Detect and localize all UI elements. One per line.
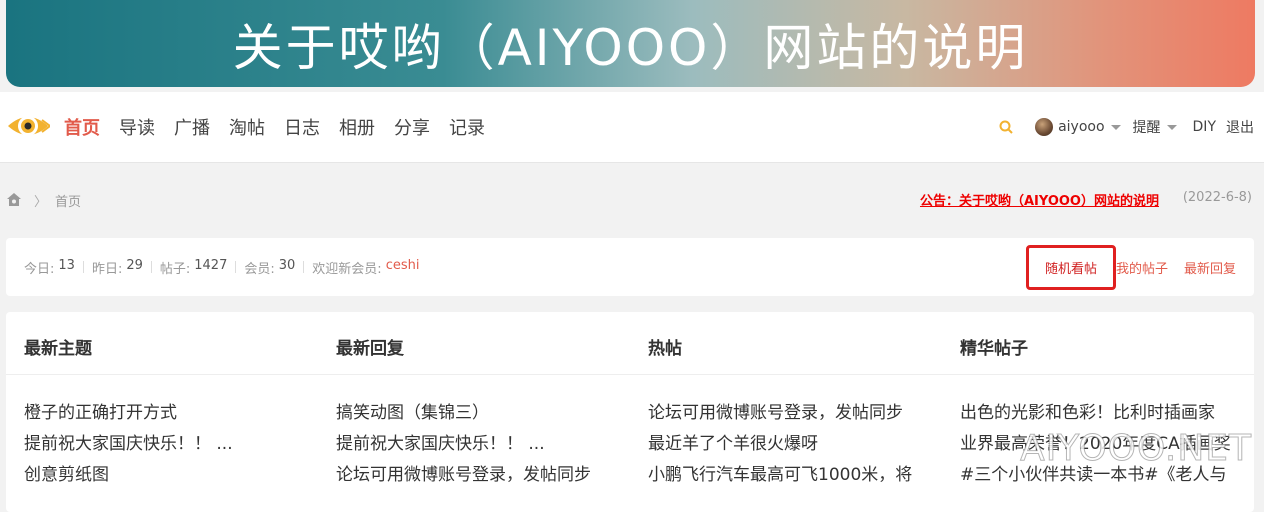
new-member-link[interactable]: ceshi <box>386 258 420 277</box>
home-icon[interactable] <box>6 192 22 208</box>
list-item[interactable]: 出色的光影和色彩！比利时插画家 <box>960 398 1231 429</box>
remind-menu[interactable]: 提醒 <box>1133 117 1177 137</box>
breadcrumb-home[interactable]: 首页 <box>55 191 81 210</box>
stats-counters: 今日: 13 昨日: 29 帖子: 1427 会员: 30 欢迎新会员: ceshi <box>24 238 419 296</box>
stat-today: 今日: 13 <box>24 257 75 277</box>
portal-columns: 最新主题 橙子的正确打开方式 提前祝大家国庆快乐！！ ... 创意剪纸图 最新回… <box>6 312 1254 512</box>
column-title: 最新主题 <box>24 339 92 359</box>
stat-yesterday: 昨日: 29 <box>91 257 143 277</box>
nav-home[interactable]: 首页 <box>64 114 100 140</box>
random-post-button[interactable]: 随机看帖 <box>1025 244 1116 290</box>
column-title: 精华帖子 <box>960 339 1028 359</box>
site-watermark: AIYOOO.NET <box>1020 428 1252 470</box>
remind-label[interactable]: 提醒 <box>1133 117 1161 137</box>
list-item[interactable]: 搞笑动图（集锦三） <box>336 398 591 429</box>
banner-title: 关于哎哟（AIYOOO）网站的说明 <box>232 18 1029 77</box>
breadcrumb: 〉 首页 <box>6 190 81 210</box>
stat-new-member: 欢迎新会员: ceshi <box>312 257 420 277</box>
header-tools: aiyooo 提醒 DIY 退出 <box>999 92 1254 162</box>
nav-guide[interactable]: 导读 <box>119 114 155 140</box>
username[interactable]: aiyooo <box>1058 119 1104 135</box>
list-item[interactable]: 论坛可用微博账号登录，发帖同步 <box>336 460 591 491</box>
list-item[interactable]: 提前祝大家国庆快乐！！ ... <box>24 429 233 460</box>
eye-logo-icon[interactable] <box>6 106 50 146</box>
divider <box>303 261 305 273</box>
stat-posts: 帖子: 1427 <box>159 257 228 277</box>
stats-actions: 随机看帖 我的帖子 最新回复 <box>1025 238 1236 296</box>
divider <box>150 261 152 273</box>
stat-members: 会员: 30 <box>244 257 296 277</box>
breadcrumb-separator: 〉 <box>34 194 48 210</box>
nav-records[interactable]: 记录 <box>449 114 485 140</box>
top-banner[interactable]: 关于哎哟（AIYOOO）网站的说明 <box>6 0 1255 87</box>
nav-collection[interactable]: 淘帖 <box>229 114 265 140</box>
divider <box>6 374 1254 375</box>
list-item[interactable]: 创意剪纸图 <box>24 460 233 491</box>
divider <box>235 261 237 273</box>
nav-broadcast[interactable]: 广播 <box>174 114 210 140</box>
user-menu[interactable]: aiyooo <box>1035 118 1121 136</box>
list-item[interactable]: 最近羊了个羊很火爆呀 <box>648 429 912 460</box>
chevron-down-icon <box>1110 124 1121 130</box>
list-item[interactable]: 提前祝大家国庆快乐！！ ... <box>336 429 591 460</box>
chevron-down-icon <box>1166 124 1177 130</box>
column-title: 最新回复 <box>336 339 404 359</box>
forum-stats-bar: 今日: 13 昨日: 29 帖子: 1427 会员: 30 欢迎新会员: ceshi 随机… <box>6 238 1254 296</box>
column-title: 热帖 <box>648 339 682 359</box>
site-header: 首页 导读 广播 淘帖 日志 相册 分享 记录 aiyooo 提醒 DIY 退出 <box>0 92 1264 163</box>
list-item[interactable]: 橙子的正确打开方式 <box>24 398 233 429</box>
nav-blog[interactable]: 日志 <box>284 114 320 140</box>
my-posts-link[interactable]: 我的帖子 <box>1116 258 1168 277</box>
nav-share[interactable]: 分享 <box>394 114 430 140</box>
diy-link[interactable]: DIY <box>1193 119 1216 135</box>
announcement-date: (2022-6-8) <box>1182 190 1252 205</box>
announcement-link[interactable]: 公告：关于哎哟（AIYOOO）网站的说明 <box>920 190 1159 209</box>
divider <box>82 261 84 273</box>
list-item[interactable]: 小鹏飞行汽车最高可飞1000米，将 <box>648 460 912 491</box>
latest-reply-link[interactable]: 最新回复 <box>1184 258 1236 277</box>
main-nav: 首页 导读 广播 淘帖 日志 相册 分享 记录 <box>64 92 504 162</box>
search-icon[interactable] <box>999 120 1013 134</box>
list-item[interactable]: 论坛可用微博账号登录，发帖同步 <box>648 398 912 429</box>
nav-album[interactable]: 相册 <box>339 114 375 140</box>
avatar[interactable] <box>1035 118 1054 136</box>
logout-link[interactable]: 退出 <box>1226 117 1254 137</box>
